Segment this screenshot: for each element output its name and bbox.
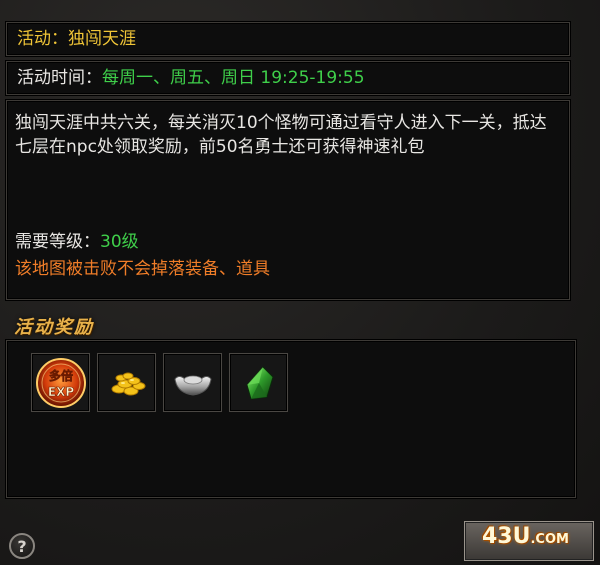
reward-heading: 活动奖励 [14, 317, 94, 338]
multi-exp-icon: 多倍 EXP [35, 357, 86, 408]
activity-title: 活动：独闯天涯 [17, 29, 136, 49]
reward-slot-gem[interactable] [229, 353, 288, 412]
activity-label: 活动： [17, 29, 68, 49]
reward-box: 多倍 EXP [6, 340, 576, 498]
time-label: 活动时间： [17, 68, 102, 88]
reward-slot-ingot[interactable] [163, 353, 222, 412]
activity-name: 独闯天涯 [68, 29, 136, 49]
reward-slot-exp[interactable]: 多倍 EXP [31, 353, 90, 412]
activity-panel: 活动：独闯天涯 活动时间：每周一、周五、周日 19:25-19:55 独闯天涯中… [0, 0, 600, 565]
activity-title-bar: 活动：独闯天涯 [6, 22, 570, 56]
gold-coins-icon [111, 372, 145, 395]
level-label: 需要等级： [15, 232, 100, 252]
description-box: 独闯天涯中共六关，每关消灭10个怪物可通过看守人进入下一关，抵达七层在npc处领… [6, 100, 570, 300]
level-value: 30级 [100, 232, 139, 252]
drop-warning: 该地图被击败不会掉落装备、道具 [15, 259, 270, 279]
time-value: 每周一、周五、周日 19:25-19:55 [102, 68, 365, 88]
help-button[interactable]: ? [9, 533, 35, 559]
green-gem-icon [245, 365, 274, 400]
reward-slot-gold[interactable] [97, 353, 156, 412]
description-text: 独闯天涯中共六关，每关消灭10个怪物可通过看守人进入下一关，抵达七层在npc处领… [15, 113, 547, 157]
activity-time-bar: 活动时间：每周一、周五、周日 19:25-19:55 [6, 61, 570, 95]
exp-icon-top-text: 多倍 [48, 368, 72, 383]
exp-icon-bottom-text: EXP [47, 385, 73, 399]
level-requirement: 需要等级：30级 [15, 230, 139, 254]
activity-time: 活动时间：每周一、周五、周日 19:25-19:55 [17, 68, 365, 88]
action-button[interactable] [464, 521, 594, 561]
silver-ingot-icon [173, 375, 212, 396]
